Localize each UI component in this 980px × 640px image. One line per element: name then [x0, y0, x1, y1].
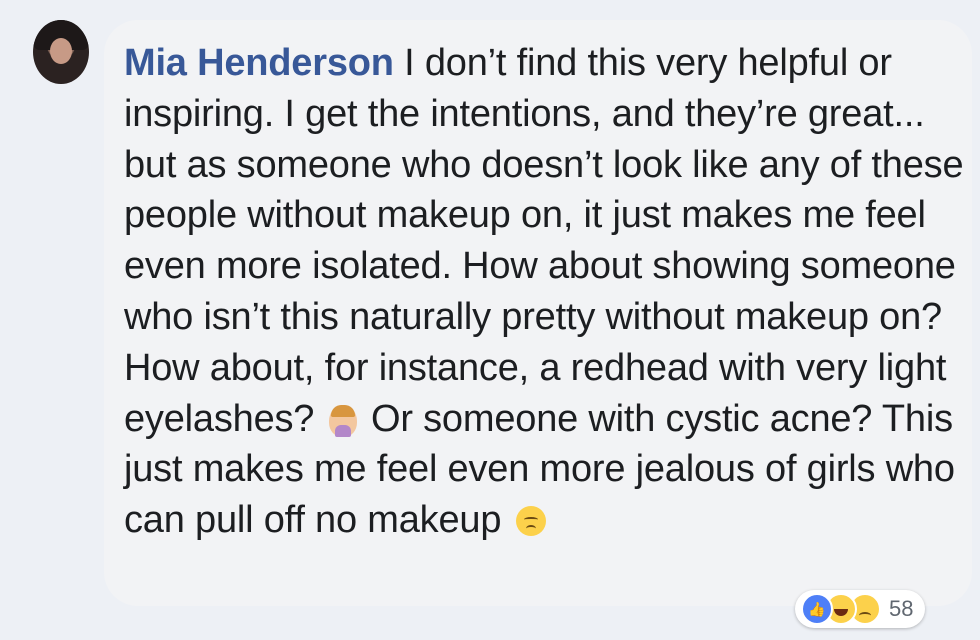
avatar-face — [50, 38, 72, 64]
comment-text-part1: I don’t find this very helpful or inspir… — [124, 42, 964, 440]
like-icon: 👍 — [801, 593, 833, 625]
person-raising-hand-emoji-icon — [328, 404, 357, 437]
author-name[interactable]: Mia Henderson — [124, 42, 394, 84]
reaction-count: 58 — [889, 596, 914, 621]
comment-body: Mia Henderson I don’t find this very hel… — [124, 38, 964, 546]
avatar[interactable] — [33, 20, 89, 84]
disappointed-face-emoji-icon — [515, 506, 546, 537]
reactions-summary[interactable]: 👍 58 — [795, 590, 925, 628]
